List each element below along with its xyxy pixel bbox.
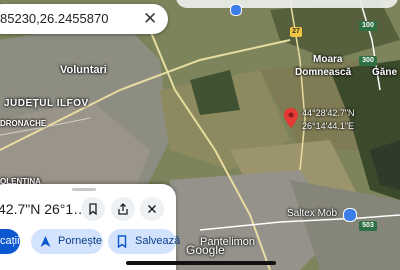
directions-label: cații bbox=[0, 235, 20, 247]
google-attribution: Google bbox=[186, 243, 225, 257]
save-button[interactable]: Salvează bbox=[108, 229, 180, 254]
bookmark-icon bbox=[89, 203, 97, 215]
place-label-domneasca: Domnească bbox=[295, 67, 352, 78]
share-icon bbox=[118, 203, 128, 215]
bookmark-icon bbox=[117, 235, 127, 248]
place-label-voluntari: Voluntari bbox=[60, 64, 107, 76]
save-label: Salvează bbox=[135, 235, 181, 247]
place-label-moara: Moara bbox=[313, 54, 343, 65]
shop-icon[interactable] bbox=[343, 208, 357, 222]
sheet-title: 42.7"N 26°1… bbox=[0, 201, 88, 217]
place-label-saltex-mob: Saltex Mob bbox=[287, 208, 338, 219]
pin-latitude-label: 44°28'42.7"N bbox=[302, 108, 355, 118]
close-sheet-button[interactable] bbox=[140, 197, 164, 221]
close-icon bbox=[147, 204, 157, 214]
road-badge-27: 27 bbox=[290, 27, 302, 37]
road-badge-503: 503 bbox=[359, 221, 377, 231]
place-label-dronache: DRONACHE bbox=[0, 119, 47, 128]
save-place-button[interactable] bbox=[81, 197, 105, 221]
place-label-judetul-ilfov: JUDEȚUL ILFOV bbox=[4, 98, 89, 109]
search-input[interactable]: 85230,26.2455870 bbox=[0, 11, 108, 26]
home-indicator bbox=[126, 261, 276, 265]
location-pin-icon[interactable] bbox=[284, 108, 298, 128]
share-button[interactable] bbox=[111, 197, 135, 221]
map-screen: 85230,26.2455870 ✕ Voluntari JUDEȚUL ILF… bbox=[0, 0, 400, 270]
close-icon[interactable]: ✕ bbox=[143, 10, 157, 28]
pin-longitude-label: 26°14'44.1"E bbox=[302, 121, 355, 131]
place-label-gane: Găne bbox=[372, 67, 398, 78]
place-bottom-sheet[interactable]: 42.7"N 26°1… bbox=[0, 184, 176, 270]
start-button[interactable]: Pornește bbox=[31, 229, 103, 254]
search-bar[interactable]: 85230,26.2455870 ✕ bbox=[0, 4, 168, 34]
place-marker-icon[interactable] bbox=[230, 4, 242, 16]
start-label: Pornește bbox=[58, 235, 103, 247]
navigation-arrow-icon bbox=[40, 236, 51, 247]
road-badge-100: 100 bbox=[359, 21, 377, 31]
top-status-pill bbox=[176, 0, 398, 8]
road-badge-300: 300 bbox=[359, 56, 377, 66]
sheet-drag-handle[interactable] bbox=[72, 188, 96, 191]
